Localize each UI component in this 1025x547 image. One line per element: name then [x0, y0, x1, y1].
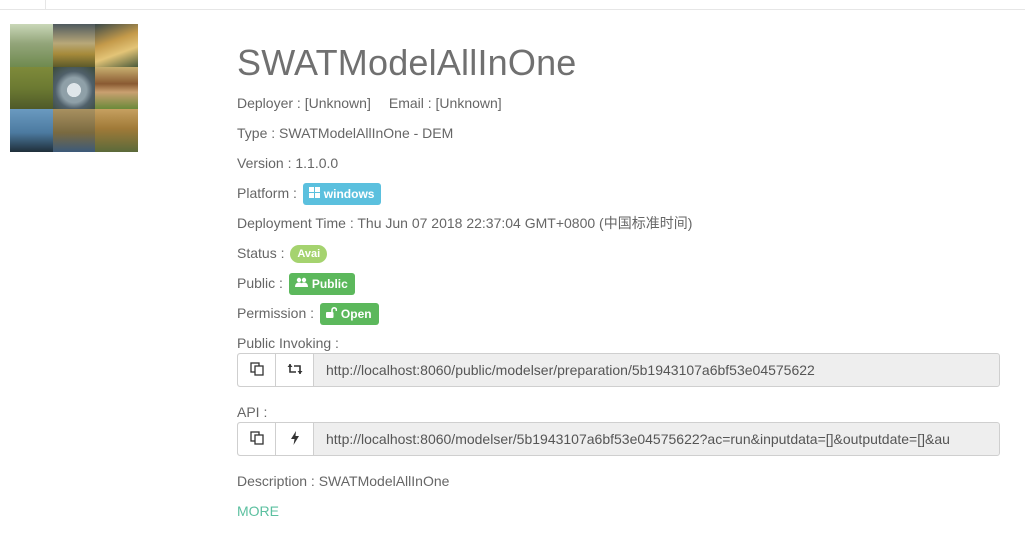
- thumbnail-tile: [10, 109, 53, 152]
- public-row: Public : Public: [237, 273, 355, 296]
- api-row: API :: [237, 402, 267, 422]
- bolt-icon: [290, 430, 300, 448]
- copy-api-url-button[interactable]: [238, 423, 276, 455]
- type-value: SWATModelAllInOne - DEM: [279, 125, 454, 141]
- deployment-time-row: Deployment Time : Thu Jun 07 2018 22:37:…: [237, 213, 692, 233]
- deployer-label: Deployer :: [237, 95, 305, 111]
- run-api-button[interactable]: [276, 423, 314, 455]
- users-icon: [294, 274, 308, 296]
- public-invoking-url-field[interactable]: http://localhost:8060/public/modelser/pr…: [314, 354, 999, 386]
- retweet-icon: [287, 362, 303, 378]
- refresh-public-url-button[interactable]: [276, 354, 314, 386]
- deployment-time-label: Deployment Time :: [237, 215, 358, 231]
- email-label: Email :: [388, 95, 436, 111]
- copy-icon: [249, 361, 264, 379]
- description-value: SWATModelAllInOne: [318, 473, 450, 489]
- public-invoking-input-group: http://localhost:8060/public/modelser/pr…: [237, 353, 1000, 387]
- api-label: API :: [237, 404, 268, 420]
- model-header: SWATModelAllInOne: [237, 38, 1000, 88]
- windows-icon: [308, 184, 320, 206]
- more-row: MORE: [237, 501, 279, 521]
- version-row: Version : 1.1.0.0: [237, 153, 338, 173]
- deployment-time-value: Thu Jun 07 2018 22:37:04 GMT+0800 (中国标准时…: [357, 215, 693, 231]
- public-invoking-row: Public Invoking :: [237, 333, 339, 353]
- platform-badge-label: windows: [323, 187, 375, 202]
- thumbnail-tile: [10, 66, 53, 110]
- copy-icon: [249, 430, 264, 448]
- model-title: SWATModelAllInOne: [237, 42, 577, 83]
- public-label: Public :: [237, 275, 287, 291]
- thumbnail-tile: [10, 24, 53, 67]
- type-row: Type : SWATModelAllInOne - DEM: [237, 123, 453, 143]
- status-label: Status :: [237, 245, 289, 261]
- model-thumbnail: [10, 24, 138, 152]
- status-badge: Avai: [290, 245, 328, 264]
- email-value: [Unknown]: [435, 95, 502, 111]
- thumbnail-tile: [95, 66, 138, 110]
- thumbnail-tile: [95, 24, 138, 67]
- api-input-group: http://localhost:8060/modelser/5b1943107…: [237, 422, 1000, 456]
- deployer-row: Deployer : [Unknown] Email : [Unknown]: [237, 93, 502, 113]
- api-url-field[interactable]: http://localhost:8060/modelser/5b1943107…: [314, 423, 999, 455]
- version-value: 1.1.0.0: [295, 155, 339, 171]
- permission-badge: Open: [319, 303, 379, 326]
- type-label: Type :: [237, 125, 280, 141]
- version-label: Version :: [237, 155, 296, 171]
- top-nav-bar: [0, 0, 1025, 10]
- platform-badge: windows: [302, 183, 382, 206]
- description-label: Description :: [237, 473, 319, 489]
- more-link[interactable]: MORE: [237, 503, 279, 519]
- status-row: Status : Avai: [237, 243, 328, 264]
- permission-badge-label: Open: [340, 307, 372, 322]
- public-badge-label: Public: [311, 277, 348, 292]
- deployer-value: [Unknown]: [304, 95, 371, 111]
- public-invoking-label: Public Invoking :: [237, 335, 339, 351]
- thumbnail-tile: [52, 66, 96, 110]
- permission-row: Permission : Open: [237, 303, 379, 326]
- nav-divider: [45, 0, 46, 9]
- unlock-icon: [325, 304, 338, 326]
- copy-public-url-button[interactable]: [238, 354, 276, 386]
- thumbnail-tile: [52, 24, 96, 67]
- platform-label: Platform :: [237, 185, 301, 201]
- thumbnail-tile: [95, 109, 138, 152]
- permission-label: Permission :: [237, 305, 318, 321]
- public-badge: Public: [288, 273, 355, 296]
- platform-row: Platform : windows: [237, 183, 382, 206]
- thumbnail-tile: [52, 109, 96, 152]
- description-row: Description : SWATModelAllInOne: [237, 471, 449, 491]
